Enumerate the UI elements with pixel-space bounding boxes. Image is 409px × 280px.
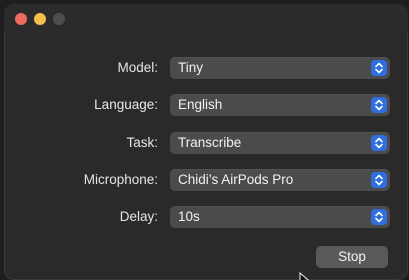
app-window: Model: Tiny Language: English Task: Tran… bbox=[4, 4, 408, 280]
up-down-chevron-icon bbox=[371, 135, 387, 151]
minimize-window-button[interactable] bbox=[34, 13, 46, 25]
language-select-value: English bbox=[178, 97, 223, 112]
stop-button[interactable]: Stop bbox=[316, 246, 388, 268]
delay-row: Delay: 10s bbox=[4, 206, 408, 228]
maximize-window-button[interactable] bbox=[53, 13, 65, 25]
language-label: Language: bbox=[94, 97, 158, 112]
model-row: Model: Tiny bbox=[4, 57, 408, 79]
up-down-chevron-icon bbox=[371, 209, 387, 225]
microphone-row: Microphone: Chidi’s AirPods Pro bbox=[4, 169, 408, 191]
close-window-button[interactable] bbox=[15, 13, 27, 25]
title-bar bbox=[4, 4, 408, 32]
microphone-label: Microphone: bbox=[83, 172, 158, 187]
mouse-cursor-icon bbox=[299, 271, 311, 280]
up-down-chevron-icon bbox=[371, 172, 387, 188]
task-row: Task: Transcribe bbox=[4, 132, 408, 154]
task-select[interactable]: Transcribe bbox=[170, 132, 390, 154]
task-label: Task: bbox=[126, 135, 158, 150]
delay-label: Delay: bbox=[119, 209, 158, 224]
model-select-value: Tiny bbox=[178, 60, 204, 75]
microphone-select-value: Chidi’s AirPods Pro bbox=[178, 172, 294, 187]
model-select[interactable]: Tiny bbox=[170, 57, 390, 79]
up-down-chevron-icon bbox=[371, 97, 387, 113]
model-label: Model: bbox=[117, 60, 158, 75]
up-down-chevron-icon bbox=[371, 60, 387, 76]
delay-select-value: 10s bbox=[178, 209, 200, 224]
task-select-value: Transcribe bbox=[178, 135, 242, 150]
delay-select[interactable]: 10s bbox=[170, 206, 390, 228]
microphone-select[interactable]: Chidi’s AirPods Pro bbox=[170, 169, 390, 191]
language-row: Language: English bbox=[4, 94, 408, 116]
language-select[interactable]: English bbox=[170, 94, 390, 116]
